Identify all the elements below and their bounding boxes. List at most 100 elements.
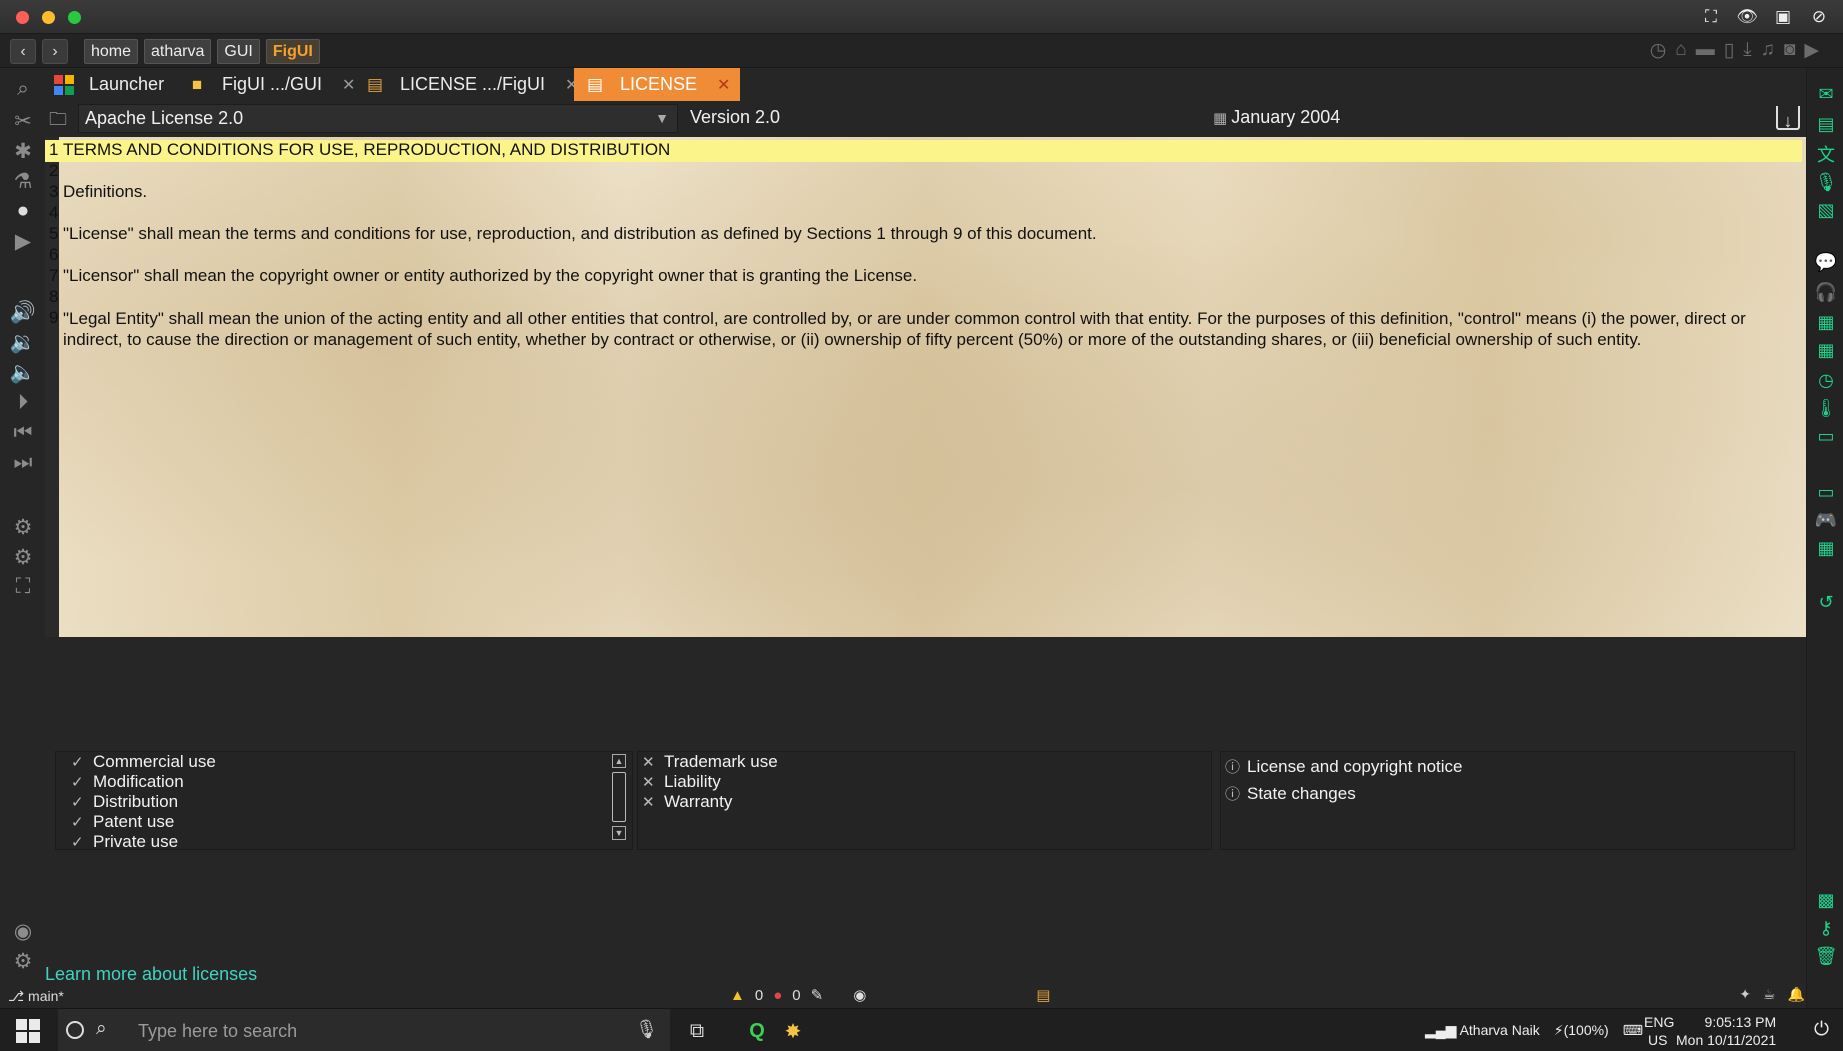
app-star-icon[interactable]: ✸ (780, 1018, 806, 1044)
mouse-icon[interactable]: ◉ (853, 986, 866, 1004)
eye-icon[interactable]: 👁 (1735, 6, 1759, 28)
line-text: "Licensor" shall mean the copyright owne… (63, 266, 918, 285)
breadcrumb-figui[interactable]: FigUI (265, 39, 320, 64)
tab-license-figui[interactable]: ▤ LICENSE .../FigUI ✕ (364, 68, 578, 101)
window-icon[interactable]: ▣ (1771, 6, 1795, 28)
card-icon[interactable]: ▭ (1814, 424, 1838, 448)
language-indicator[interactable]: ENG US (1644, 1013, 1674, 1049)
line-text: Definitions. (63, 182, 148, 201)
recent-icon[interactable]: ↺ (1814, 590, 1838, 614)
flask-icon[interactable]: ⚗ (10, 168, 36, 194)
permissions-scrollbar[interactable]: ▲ ▼ (612, 754, 626, 850)
video-icon[interactable]: ▶ (1804, 39, 1819, 62)
headphones-icon[interactable]: 🎧 (1814, 280, 1838, 304)
bell-icon[interactable]: 🔔 (1788, 986, 1805, 1003)
tab-license[interactable]: ▤ LICENSE ✕ (574, 68, 741, 101)
scroll-up-icon[interactable]: ▲ (612, 754, 626, 768)
calendar-icon[interactable]: ▦ (1814, 338, 1838, 362)
keyboard-icon[interactable]: ⌨ (1623, 1022, 1643, 1039)
volume-up-icon[interactable]: 🔊 (10, 300, 36, 326)
folder-icon[interactable]: ▬ (1696, 39, 1715, 62)
git-branch[interactable]: ⎇ main* (8, 988, 64, 1005)
search-files-icon[interactable]: ⌕ (10, 76, 36, 102)
breadcrumb-atharva[interactable]: atharva (144, 39, 212, 64)
apps-icon[interactable]: ▦ (1814, 536, 1838, 560)
mute-icon[interactable]: 🔈 (10, 360, 36, 386)
download-icon[interactable]: ⤓ (1743, 39, 1751, 62)
history-icon[interactable]: ◷ (1650, 39, 1667, 62)
cortana-icon[interactable] (66, 1021, 84, 1039)
taskbar-search[interactable]: ⌕ Type here to search 🎙 (58, 1009, 670, 1051)
clock[interactable]: 9:05:13 PM Mon 10/11/2021 (1676, 1013, 1776, 1049)
minimize-window-button[interactable] (42, 11, 55, 24)
start-button[interactable] (16, 1019, 40, 1043)
music-icon[interactable]: ♫ (1761, 39, 1775, 62)
fullscreen-icon[interactable]: ⛶ (1699, 6, 1723, 28)
settings-icon[interactable]: ⚙ (10, 514, 36, 540)
run-icon[interactable]: ▶ (10, 228, 36, 254)
scroll-thumb[interactable] (612, 772, 626, 822)
license-file-icon[interactable]: ▤ (1036, 986, 1050, 1004)
close-window-button[interactable] (16, 11, 29, 24)
close-icon[interactable]: ✕ (717, 75, 730, 95)
tools-icon[interactable]: ✂ (10, 108, 36, 134)
conditions-panel: ⓘ License and copyright notice ⓘ State cha… (1220, 751, 1795, 850)
translate-icon[interactable]: 文 (1814, 142, 1838, 166)
qt-app-icon[interactable]: Q (744, 1018, 770, 1044)
volume-down-icon[interactable]: 🔉 (10, 330, 36, 356)
key-icon[interactable]: ⚷ (1814, 916, 1838, 940)
learn-more-link[interactable]: Learn more about licenses (45, 964, 257, 985)
coffee-icon[interactable]: ☕ (1763, 986, 1776, 1003)
brush-icon[interactable]: ✎ (811, 986, 824, 1004)
scroll-down-icon[interactable]: ▼ (612, 826, 626, 840)
camera-icon[interactable]: ◙ (1784, 39, 1795, 62)
close-icon[interactable]: ✕ (342, 75, 355, 95)
file-icon[interactable]: ▯ (1724, 39, 1734, 62)
bug-icon[interactable]: ✱ (10, 138, 36, 164)
play-icon[interactable]: ⏵ (10, 390, 36, 416)
twitter-icon[interactable]: ✦ (1739, 986, 1751, 1003)
gear-icon[interactable]: ⚙ (10, 544, 36, 570)
thermometer-icon[interactable]: 🌡 (1814, 396, 1838, 420)
save-download-button[interactable]: ↓ (1776, 106, 1800, 130)
monitor-icon[interactable]: ▭ (1814, 480, 1838, 504)
maximize-window-button[interactable] (68, 11, 81, 24)
breadcrumb-home[interactable]: home (84, 39, 139, 64)
github-icon[interactable]: ● (10, 198, 36, 224)
task-view-icon[interactable]: ⧉ (684, 1018, 710, 1044)
previous-icon[interactable]: ⏮ (10, 420, 36, 446)
calculator-icon[interactable]: ▦ (1814, 310, 1838, 334)
qr-icon[interactable]: ▩ (1814, 888, 1838, 912)
contacts-icon[interactable]: ▤ (1814, 112, 1838, 136)
chat-icon[interactable]: 💬 (1814, 250, 1838, 274)
microphone-icon[interactable]: 🎙 (635, 1019, 658, 1040)
warning-count[interactable]: 0 (755, 987, 763, 1004)
microphone-icon[interactable]: 🎙 (1814, 170, 1838, 194)
open-folder-icon[interactable]: 🗀 (49, 107, 73, 129)
account-icon[interactable]: ◉ (10, 918, 36, 944)
tab-figui-gui[interactable]: ■ FigUI .../GUI ✕ (186, 68, 356, 101)
next-icon[interactable]: ⏭ (10, 450, 36, 476)
preferences-icon[interactable]: ⚙ (10, 948, 36, 974)
gamepad-icon[interactable]: 🎮 (1814, 508, 1838, 532)
search-input[interactable]: Type here to search (138, 1021, 297, 1042)
forward-button[interactable]: › (42, 39, 68, 64)
power-icon[interactable]: ⏻ (1814, 1019, 1829, 1041)
image-edit-icon[interactable]: ▧ (1814, 198, 1838, 222)
editor-line[interactable]: 1 TERMS AND CONDITIONS FOR USE, REPRODUCT… (45, 140, 1802, 162)
home-icon[interactable]: ⌂ (1675, 39, 1686, 62)
branch-icon: ⎇ (8, 988, 25, 1004)
battery-status[interactable]: ⚡(100%) (1554, 1022, 1609, 1039)
hide-icon[interactable]: ⊘ (1807, 6, 1831, 28)
tab-launcher[interactable]: Launcher (53, 68, 164, 101)
breadcrumb-gui[interactable]: GUI (217, 39, 260, 64)
mail-icon[interactable]: ✉ (1814, 82, 1838, 106)
error-count[interactable]: 0 (792, 987, 800, 1004)
screenshot-icon[interactable]: ⛶ (10, 574, 36, 600)
clock-icon[interactable]: ◷ (1814, 368, 1838, 392)
trash-icon[interactable]: 🗑 (1814, 944, 1838, 968)
back-button[interactable]: ‹ (10, 39, 36, 64)
user-status[interactable]: ▂▄▆ Atharva Naik (1425, 1022, 1540, 1039)
license-select[interactable]: Apache License 2.0 ▼ (78, 104, 678, 133)
license-editor[interactable]: 1 TERMS AND CONDITIONS FOR USE, REPRODUCT… (45, 137, 1806, 637)
